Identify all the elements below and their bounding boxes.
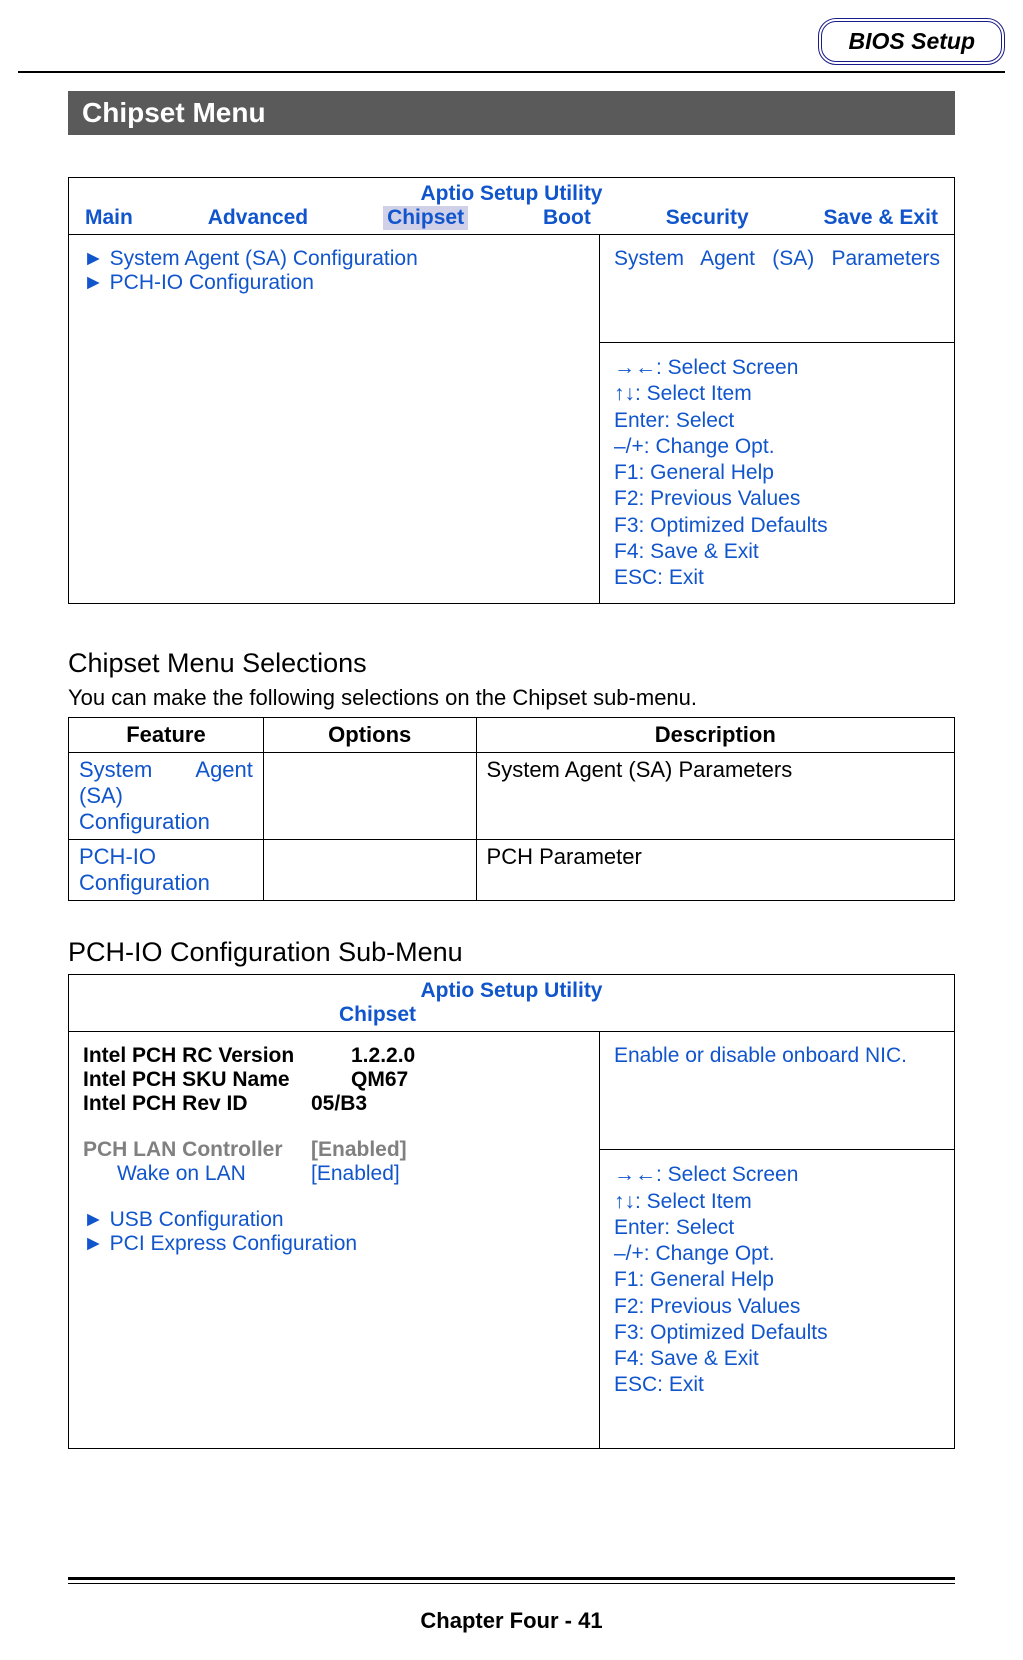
help-line: →←: Select Screen — [614, 355, 940, 381]
bios-utility-title: Aptio Setup Utility — [69, 979, 954, 1003]
info-row: Intel PCH RC Version 1.2.2.0 — [83, 1044, 585, 1068]
title-bar: Chipset Menu — [68, 91, 955, 135]
info-value: 1.2.2.0 — [351, 1044, 415, 1068]
setting-label: Wake on LAN — [83, 1162, 303, 1186]
selections-table: Feature Options Description System Agent… — [68, 717, 955, 901]
arrow-icon: ► — [83, 247, 104, 270]
menu-item-label: System Agent (SA) Configuration — [110, 247, 418, 270]
footer-rule-inner — [68, 1583, 955, 1584]
options-cell — [263, 840, 476, 901]
menu-item-pcie-config[interactable]: ► PCI Express Configuration — [83, 1232, 585, 1256]
tab-main[interactable]: Main — [85, 206, 133, 230]
help-line: F3: Optimized Defaults — [614, 1320, 940, 1346]
tab-boot[interactable]: Boot — [543, 206, 591, 230]
bios-head2: Aptio Setup Utility Chipset — [69, 975, 954, 1032]
menu-item-label: USB Configuration — [110, 1208, 284, 1231]
footer-rule-outer — [68, 1577, 955, 1580]
help-line: ↑↓: Select Item — [614, 381, 940, 407]
help-line: F2: Previous Values — [614, 1294, 940, 1320]
help-line: →←: Select Screen — [614, 1162, 940, 1188]
setting-row-wol[interactable]: Wake on LAN [Enabled] — [83, 1162, 585, 1186]
arrow-icon: ► — [83, 1232, 104, 1255]
info-row: Intel PCH Rev ID 05/B3 — [83, 1092, 585, 1116]
pchio-heading: PCH-IO Configuration Sub-Menu — [68, 937, 955, 968]
info-value: QM67 — [351, 1068, 408, 1092]
header-divider — [18, 71, 1005, 73]
col-options: Options — [263, 718, 476, 753]
bios-box-pchio: Aptio Setup Utility Chipset Intel PCH RC… — [68, 974, 955, 1449]
menu-item-label: PCI Express Configuration — [110, 1232, 357, 1255]
footer-divider-group — [0, 1577, 1023, 1602]
description-cell: System Agent (SA) Parameters — [476, 753, 954, 840]
help-line: ESC: Exit — [614, 1372, 940, 1398]
bios-left-pane: ► System Agent (SA) Configuration ► PCH-… — [69, 235, 600, 603]
help-line: Enter: Select — [614, 408, 940, 434]
info-label: Intel PCH SKU Name — [83, 1068, 343, 1092]
bios-left-pane: Intel PCH RC Version 1.2.2.0 Intel PCH S… — [69, 1032, 600, 1448]
header-tag: BIOS Setup — [818, 18, 1005, 65]
bios-info-text: Enable or disable onboard NIC. — [600, 1032, 954, 1150]
bios-tab-row: Main Advanced Chipset Boot Security Save… — [69, 206, 954, 235]
bios-info-text: System Agent (SA) Parameters — [600, 235, 954, 343]
tab-save-exit[interactable]: Save & Exit — [824, 206, 938, 230]
setting-value: [Enabled] — [311, 1138, 407, 1162]
arrow-icon: ► — [83, 271, 104, 294]
menu-item-sa-config[interactable]: ► System Agent (SA) Configuration — [83, 247, 585, 271]
col-feature: Feature — [69, 718, 264, 753]
feature-text: (SA) — [79, 783, 253, 809]
feature-cell: System Agent (SA) Configuration — [69, 753, 264, 840]
options-cell — [263, 753, 476, 840]
table-row: PCH-IO Configuration PCH Parameter — [69, 840, 955, 901]
setting-value: [Enabled] — [311, 1162, 400, 1186]
help-line: –/+: Change Opt. — [614, 434, 940, 460]
bios-help-text: →←: Select Screen ↑↓: Select Item Enter:… — [600, 1150, 954, 1410]
page-header: BIOS Setup — [0, 0, 1023, 65]
tab-advanced[interactable]: Advanced — [208, 206, 308, 230]
selections-heading: Chipset Menu Selections — [68, 648, 955, 679]
menu-item-pch-io[interactable]: ► PCH-IO Configuration — [83, 271, 585, 295]
tab-security[interactable]: Security — [666, 206, 749, 230]
feature-text: PCH-IO — [79, 844, 253, 870]
selections-intro: You can make the following selections on… — [68, 685, 955, 711]
bios-utility-title: Aptio Setup Utility — [69, 178, 954, 206]
feature-text: System Agent — [79, 757, 253, 782]
table-header-row: Feature Options Description — [69, 718, 955, 753]
tab-chipset[interactable]: Chipset — [383, 206, 468, 230]
help-line: F1: General Help — [614, 1267, 940, 1293]
menu-item-usb-config[interactable]: ► USB Configuration — [83, 1208, 585, 1232]
help-line: –/+: Change Opt. — [614, 1241, 940, 1267]
table-row: System Agent (SA) Configuration System A… — [69, 753, 955, 840]
arrow-icon: ► — [83, 1208, 104, 1231]
bios-box-chipset: Aptio Setup Utility Main Advanced Chipse… — [68, 177, 955, 604]
info-label: Intel PCH RC Version — [83, 1044, 343, 1068]
bios-help-text: →←: Select Screen ↑↓: Select Item Enter:… — [600, 343, 954, 603]
help-line: Enter: Select — [614, 1215, 940, 1241]
menu-item-label: PCH-IO Configuration — [110, 271, 314, 294]
feature-text: Configuration — [79, 870, 253, 896]
help-line: F1: General Help — [614, 460, 940, 486]
help-line: F3: Optimized Defaults — [614, 513, 940, 539]
help-line: F4: Save & Exit — [614, 539, 940, 565]
help-line: F4: Save & Exit — [614, 1346, 940, 1372]
setting-row-pch-lan: PCH LAN Controller [Enabled] — [83, 1138, 585, 1162]
help-line: F2: Previous Values — [614, 486, 940, 512]
info-row: Intel PCH SKU Name QM67 — [83, 1068, 585, 1092]
col-description: Description — [476, 718, 954, 753]
help-line: ↑↓: Select Item — [614, 1189, 940, 1215]
page-footer: Chapter Four - 41 — [0, 1608, 1023, 1634]
info-label: Intel PCH Rev ID — [83, 1092, 303, 1116]
bios-tab-selected: Chipset — [69, 1003, 954, 1027]
feature-text: Configuration — [79, 809, 253, 835]
help-line: ESC: Exit — [614, 565, 940, 591]
description-cell: PCH Parameter — [476, 840, 954, 901]
feature-cell: PCH-IO Configuration — [69, 840, 264, 901]
setting-label: PCH LAN Controller — [83, 1138, 303, 1162]
info-value: 05/B3 — [311, 1092, 367, 1116]
